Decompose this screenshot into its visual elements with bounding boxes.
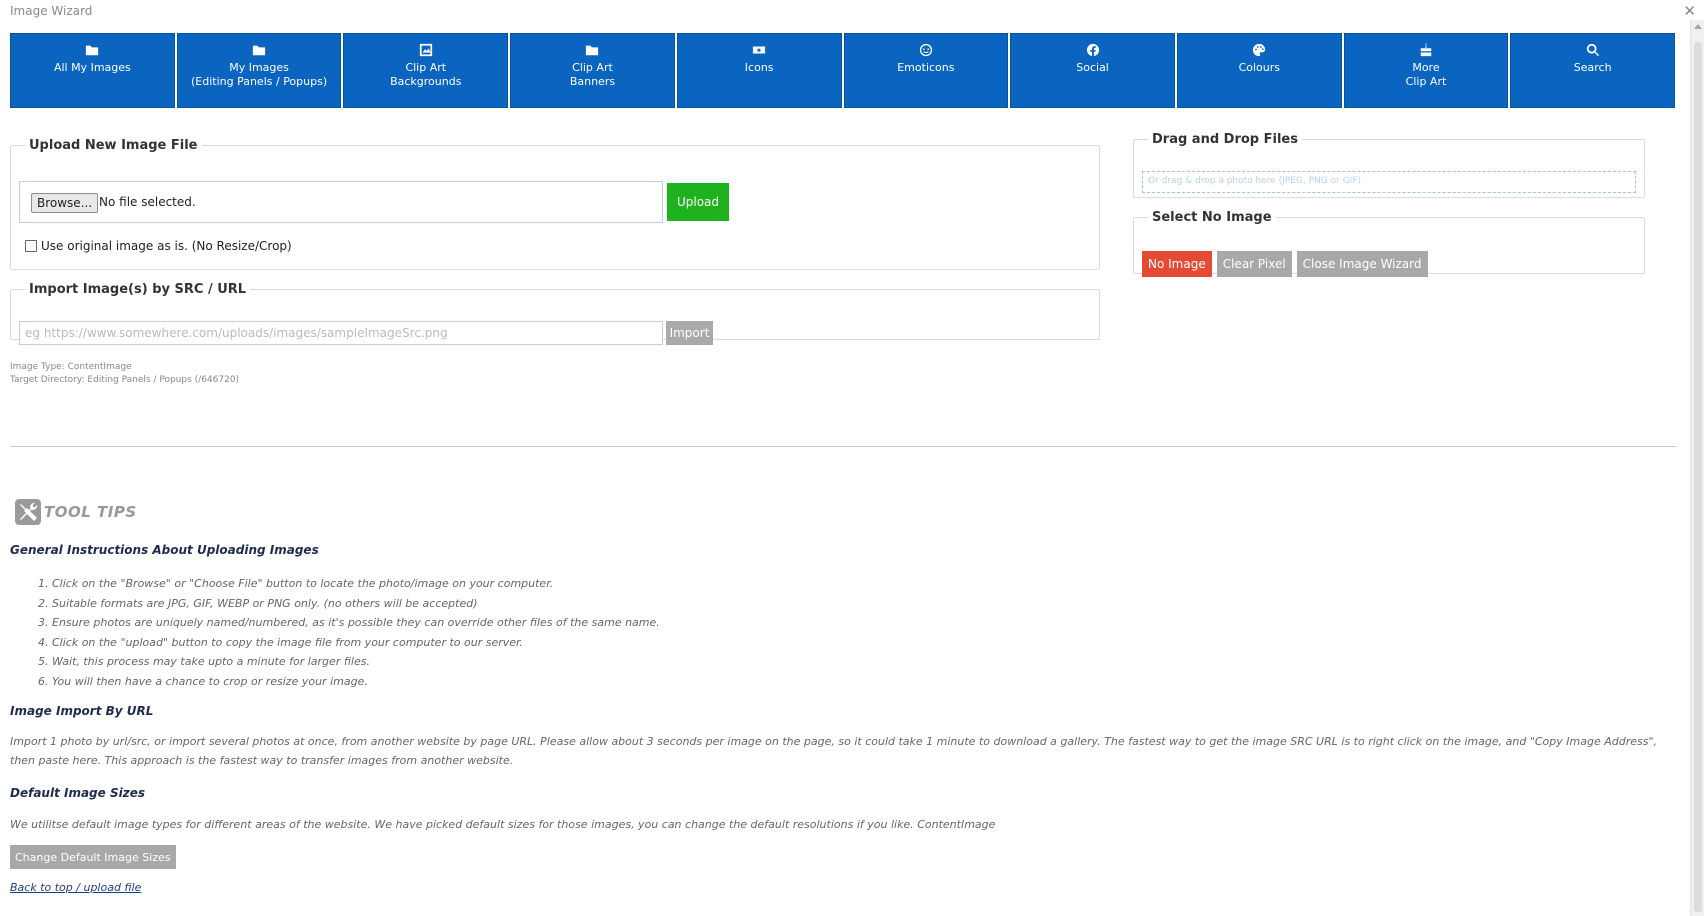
ticket-icon (752, 43, 766, 57)
image-import-text: Import 1 photo by url/src, or import sev… (10, 735, 1658, 767)
close-image-wizard-button[interactable]: Close Image Wizard (1296, 251, 1428, 277)
upload-button[interactable]: Upload (667, 183, 729, 221)
file-status-text: No file selected. (99, 195, 196, 209)
general-instructions-heading: General Instructions About Uploading Ima… (10, 543, 319, 557)
nav-icons[interactable]: Icons (676, 33, 842, 108)
window-title: Image Wizard (10, 4, 93, 18)
smiley-icon (919, 43, 933, 57)
nav-label: Clip Art Backgrounds (390, 61, 462, 88)
file-input[interactable]: Browse... No file selected. (19, 181, 663, 223)
nav-label: More Clip Art (1405, 61, 1447, 88)
vertical-scrollbar[interactable] (1690, 20, 1704, 916)
drag-drop-panel: Drag and Drop Files Or drag & drop a pho… (1133, 132, 1645, 198)
image-frame-icon (419, 43, 433, 57)
nav-search[interactable]: Search (1510, 33, 1676, 108)
nav-label: My Images (Editing Panels / Popups) (190, 61, 328, 88)
instruction-steps: 1. Click on the "Browse" or "Choose File… (38, 574, 660, 691)
list-item: 1. Click on the "Browse" or "Choose File… (38, 577, 554, 590)
nav-label: Emoticons (897, 61, 955, 74)
drag-drop-legend: Drag and Drop Files (1152, 132, 1298, 147)
select-no-image-panel: Select No Image No Image Clear Pixel Clo… (1133, 210, 1645, 277)
nav-colours[interactable]: Colours (1176, 33, 1342, 108)
nav-more-clip-art[interactable]: More Clip Art (1343, 33, 1509, 108)
change-default-sizes-button[interactable]: Change Default Image Sizes (10, 845, 176, 869)
drop-zone[interactable]: Or drag & drop a photo here (JPEG, PNG o… (1142, 171, 1636, 193)
original-image-option[interactable]: Use original image as is. (No Resize/Cro… (25, 239, 292, 253)
target-directory-text: Target Directory: Editing Panels / Popup… (10, 375, 240, 385)
folder-icon (585, 43, 599, 57)
nav-clip-art-backgrounds[interactable]: Clip Art Backgrounds (343, 33, 509, 108)
tool-tips-title: TOOL TIPS (44, 503, 137, 521)
nav-clip-art-banners[interactable]: Clip Art Banners (510, 33, 675, 108)
nav-label: Search (1573, 61, 1612, 74)
default-image-sizes-heading: Default Image Sizes (10, 786, 145, 800)
window-titlebar: Image Wizard ✕ (0, 0, 1704, 24)
upload-panel-legend: Upload New Image File (29, 138, 198, 153)
image-category-nav: All My Images My Images (Editing Panels … (10, 33, 1676, 108)
nav-label: All My Images (53, 61, 131, 74)
nav-label: Colours (1238, 61, 1280, 74)
clear-pixel-button[interactable]: Clear Pixel (1216, 251, 1292, 277)
no-image-button-row: No Image Clear Pixel Close Image Wizard (1142, 251, 1428, 277)
facebook-icon (1086, 43, 1100, 57)
image-meta-info: Image Type: ContentImage Target Director… (10, 361, 239, 387)
nav-label: Clip Art Banners (569, 61, 616, 88)
list-item: 5. Wait, this process may take upto a mi… (38, 655, 370, 668)
nav-emoticons[interactable]: Emoticons (843, 33, 1009, 108)
nav-social[interactable]: Social (1010, 33, 1175, 108)
use-original-label: Use original image as is. (No Resize/Cro… (41, 239, 292, 253)
import-button[interactable]: Import (666, 321, 713, 345)
browse-button[interactable]: Browse... (31, 193, 99, 213)
nav-label: Social (1076, 61, 1109, 74)
folder-icon (252, 43, 266, 57)
list-item: 4. Click on the "upload" button to copy … (38, 635, 524, 649)
scroll-up-icon[interactable] (1694, 24, 1702, 29)
list-item: 2. Suitable formats are JPG, GIF, WEBP o… (38, 596, 478, 610)
no-image-button[interactable]: No Image (1142, 251, 1212, 277)
folder-icon (85, 43, 99, 57)
import-panel-legend: Import Image(s) by SRC / URL (29, 282, 247, 297)
nav-my-images-editing-panels[interactable]: My Images (Editing Panels / Popups) (176, 33, 342, 108)
scrollbar-thumb[interactable] (1694, 42, 1702, 912)
use-original-checkbox[interactable] (25, 240, 37, 252)
nav-all-my-images[interactable]: All My Images (10, 33, 175, 108)
default-image-sizes-text: We utilitse default image types for diff… (10, 818, 996, 831)
nav-label: Icons (744, 61, 774, 74)
list-item: 6. You will then have a chance to crop o… (38, 674, 368, 688)
search-icon (1586, 43, 1600, 57)
palette-icon (1252, 43, 1266, 57)
cake-icon (1419, 43, 1433, 57)
image-import-heading: Image Import By URL (10, 704, 154, 718)
tool-tips-header: TOOL TIPS (14, 498, 137, 526)
list-item: 3. Ensure photos are uniquely named/numb… (38, 616, 660, 629)
import-url-panel: Import Image(s) by SRC / URL Import (10, 282, 1100, 345)
import-url-input[interactable] (19, 321, 663, 345)
tools-icon (14, 498, 42, 526)
image-type-text: Image Type: ContentImage (10, 362, 132, 372)
upload-file-panel: Upload New Image File Browse... No file … (10, 138, 1100, 270)
back-to-top-link[interactable]: Back to top / upload file (10, 881, 141, 894)
select-no-image-legend: Select No Image (1152, 210, 1272, 225)
close-icon[interactable]: ✕ (1683, 2, 1696, 20)
section-divider (10, 446, 1676, 447)
